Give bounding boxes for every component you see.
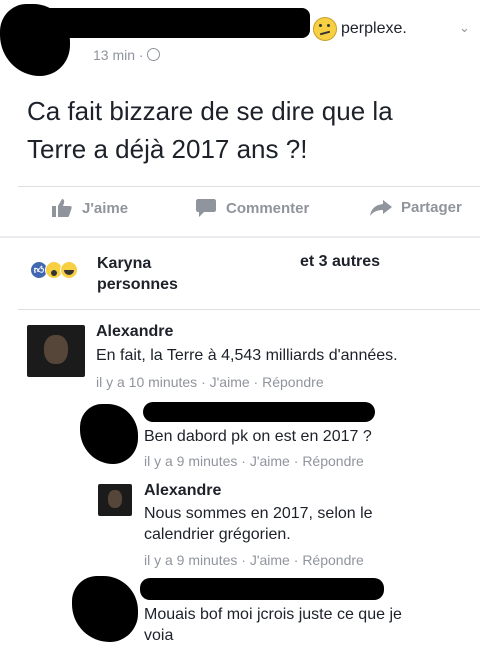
- comment-text: En fait, la Terre à 4,543 milliards d'an…: [96, 347, 398, 364]
- haha-reaction-icon: [60, 261, 78, 279]
- thumbs-up-icon: [52, 199, 72, 217]
- separator-dot: ·: [253, 374, 259, 390]
- section-divider: [0, 236, 480, 238]
- reply-time[interactable]: il y a 9 minutes: [144, 453, 237, 469]
- comment-author[interactable]: Alexandre: [96, 323, 173, 341]
- divider: [18, 186, 480, 187]
- share-button[interactable]: Partager: [370, 199, 462, 216]
- comment-icon: [196, 199, 216, 217]
- globe-icon: [147, 48, 161, 61]
- redacted-author-name: [40, 8, 310, 38]
- reactor-name: Karyna: [97, 255, 152, 272]
- comment-reply-link[interactable]: Répondre: [262, 374, 324, 390]
- reply-reply-link[interactable]: Répondre: [302, 453, 364, 469]
- separator-dot: ·: [241, 552, 246, 568]
- reply-meta: il y a 9 minutes · J'aime · Répondre: [144, 552, 364, 568]
- divider: [18, 309, 480, 310]
- feeling: perplexe.: [313, 17, 407, 41]
- reply-text-line: Mouais bof moi jcrois juste ce que je: [144, 606, 402, 623]
- reply-text: Mouais bof moi jcrois juste ce que je vo…: [144, 604, 402, 646]
- reply-text-line: Nous sommes en 2017, selon le: [144, 505, 373, 522]
- share-label: Partager: [401, 199, 462, 216]
- confused-emoji-icon: [313, 17, 337, 41]
- post-options-chevron-icon[interactable]: ⌄: [459, 20, 470, 36]
- comment-button[interactable]: Commenter: [196, 199, 309, 217]
- separator-dot: ·: [293, 453, 299, 469]
- reply-like-link[interactable]: J'aime: [250, 552, 290, 568]
- reaction-icons[interactable]: 👍︎: [30, 261, 78, 279]
- reply-meta: il y a 9 minutes · J'aime · Répondre: [144, 453, 364, 469]
- reply-text: Ben dabord pk on est en 2017 ?: [144, 428, 372, 445]
- post-timestamp[interactable]: 13 min ·: [93, 47, 161, 63]
- redacted-reply-avatar: [72, 576, 138, 642]
- like-label: J'aime: [82, 199, 129, 217]
- post-text-line: Ca fait bizzare de se dire que la: [27, 96, 393, 126]
- reply-reply-link[interactable]: Répondre: [302, 552, 364, 568]
- redacted-reply-name: [143, 402, 375, 422]
- avatar[interactable]: [27, 325, 85, 377]
- reply-like-link[interactable]: J'aime: [250, 453, 290, 469]
- reaction-names[interactable]: Karyna personnes: [97, 253, 178, 295]
- reply-text-line: voia: [144, 627, 174, 644]
- avatar[interactable]: [98, 484, 132, 516]
- comment-like-link[interactable]: J'aime: [210, 374, 250, 390]
- reaction-others[interactable]: et 3 autres: [300, 253, 380, 271]
- reply-author[interactable]: Alexandre: [144, 482, 221, 500]
- share-arrow-icon: [370, 199, 392, 216]
- post-time[interactable]: 13 min: [93, 47, 135, 63]
- redacted-reply-name: [140, 578, 384, 600]
- comment-time[interactable]: il y a 10 minutes: [96, 374, 197, 390]
- redacted-reply-avatar: [80, 404, 138, 464]
- reply-text-line: calendrier grégorien.: [144, 526, 291, 543]
- post-text-line: Terre a déjà 2017 ans ?!: [27, 134, 308, 164]
- reaction-persons: personnes: [97, 276, 178, 293]
- like-button[interactable]: J'aime: [52, 199, 128, 217]
- separator-dot: ·: [201, 374, 206, 390]
- reply-text: Nous sommes en 2017, selon le calendrier…: [144, 503, 373, 545]
- feeling-text: perplexe.: [341, 20, 407, 37]
- separator-dot: ·: [293, 552, 299, 568]
- comment-label: Commenter: [226, 199, 310, 217]
- reply-time[interactable]: il y a 9 minutes: [144, 552, 237, 568]
- separator-dot: ·: [241, 453, 246, 469]
- post-text: Ca fait bizzare de se dire que la Terre …: [27, 92, 393, 168]
- comment-meta: il y a 10 minutes · J'aime · Répondre: [96, 374, 324, 390]
- separator-dot: ·: [138, 47, 144, 63]
